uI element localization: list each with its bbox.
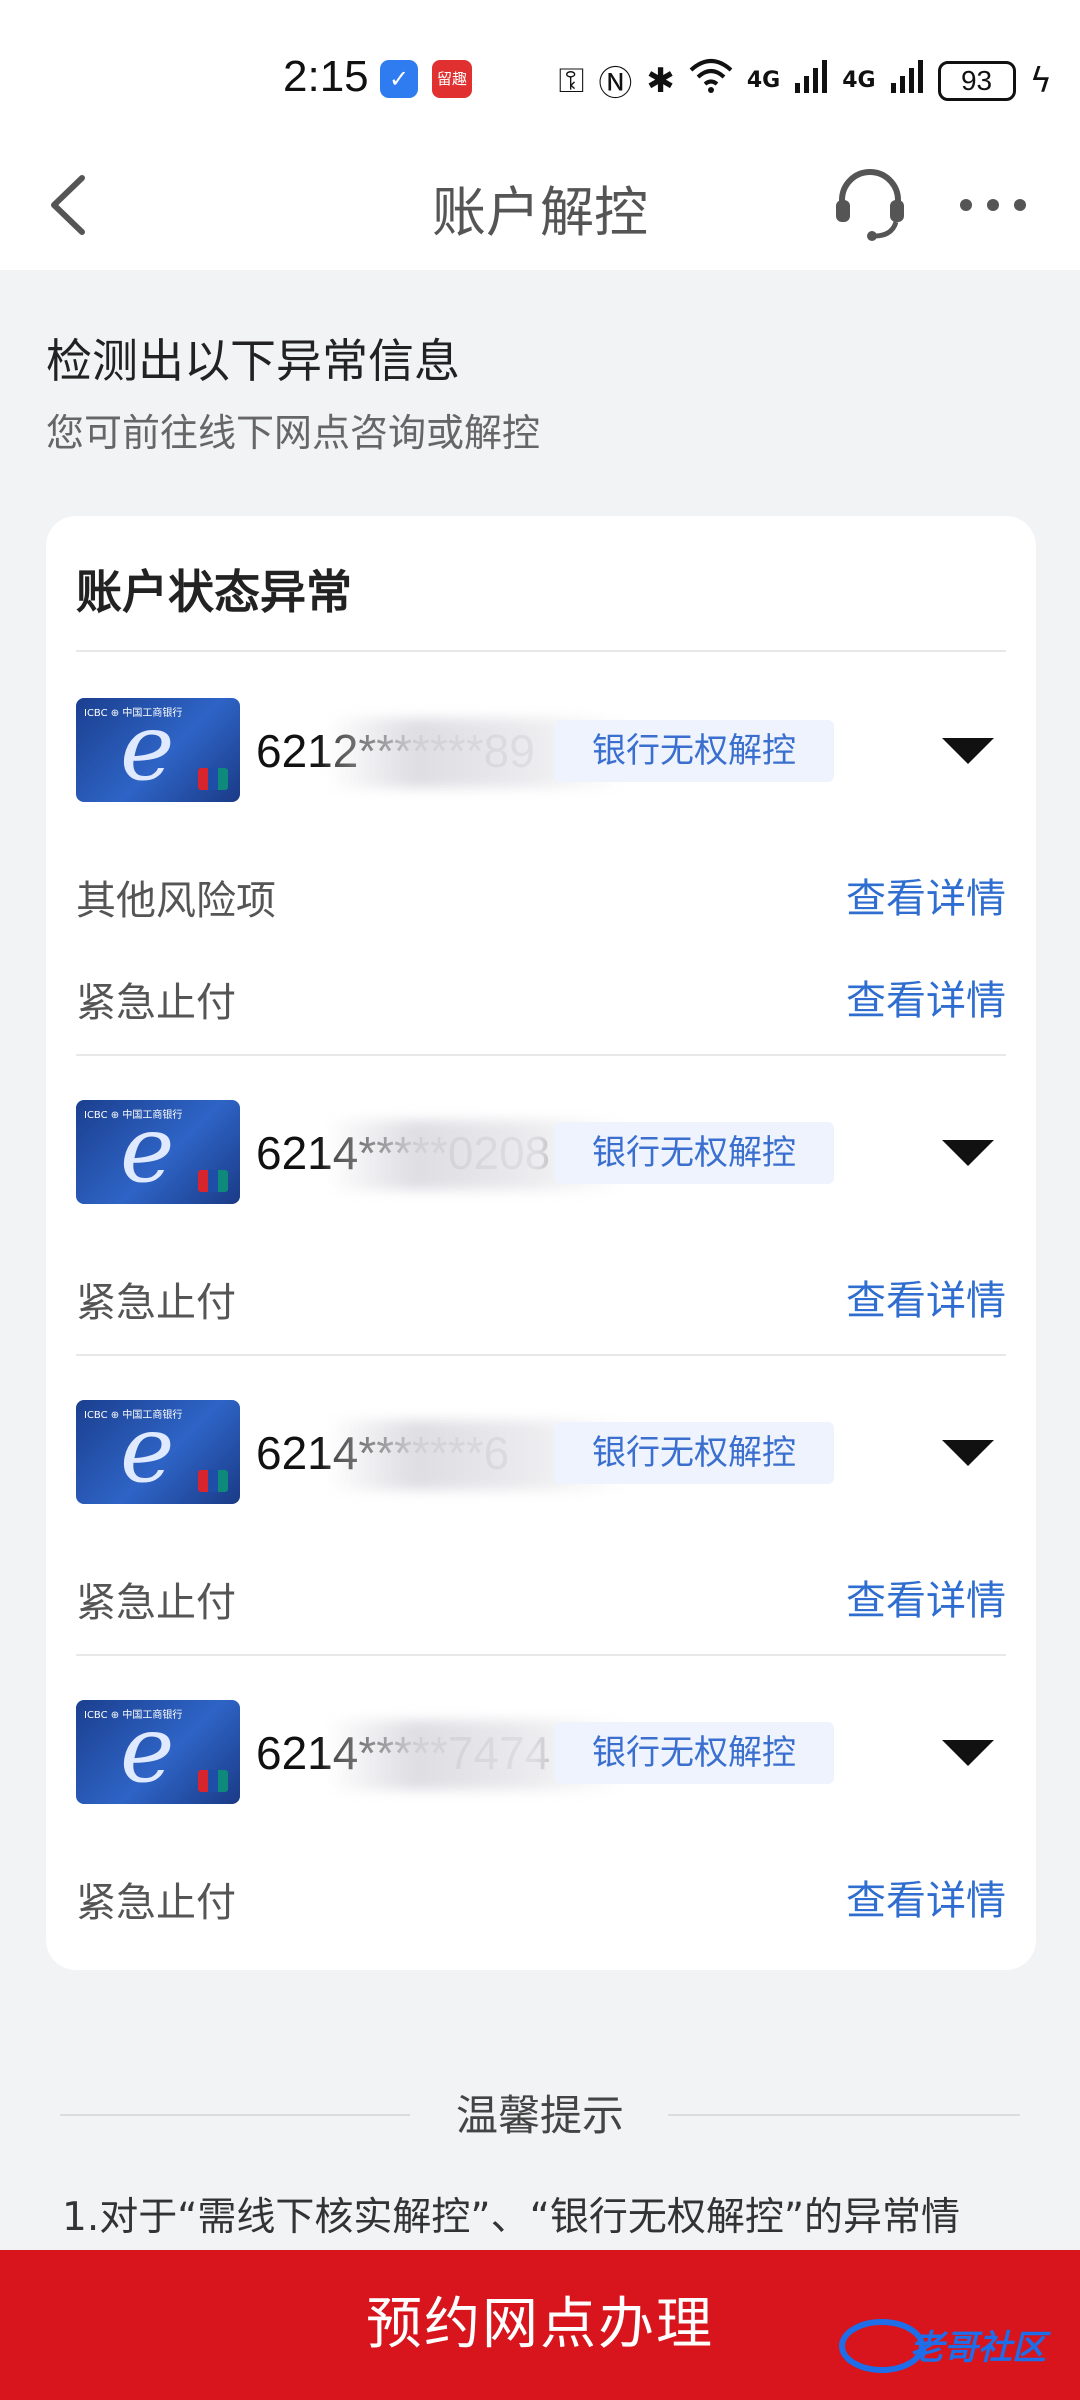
signal-icon (794, 59, 828, 102)
risk-item-label: 紧急止付 (76, 1880, 236, 1926)
risk-item-row: 其他风险项 查看详情 (76, 860, 1006, 924)
status-time: 2:15 (283, 52, 369, 101)
shield-app-icon: ✓ (380, 60, 418, 98)
status-badge: 银行无权解控 (554, 1122, 834, 1184)
divider (76, 1354, 1006, 1356)
status-badge: 银行无权解控 (554, 1722, 834, 1784)
view-details-link[interactable]: 查看详情 (846, 1868, 1006, 1926)
nfc-icon: Ⓝ (598, 64, 633, 104)
divider (76, 1654, 1006, 1656)
account-row[interactable]: ICBC ⊕ 中国工商银行 e 6212*******89 银行无权解控 (76, 698, 1006, 808)
status-bar: 2:15 ✓ 留趣 ⚿ Ⓝ ✱ 4G 4G 93 ϟ (0, 0, 1080, 140)
risk-item-row: 紧急止付 查看详情 (76, 1562, 1006, 1626)
bluetooth-icon: ✱ (646, 60, 675, 101)
bank-card-image: ICBC ⊕ 中国工商银行 e (76, 1400, 240, 1504)
divider (76, 1054, 1006, 1056)
section-heading: 检测出以下异常信息 (46, 334, 460, 388)
key-icon: ⚿ (558, 60, 585, 101)
more-icon[interactable] (960, 180, 1026, 230)
chevron-down-icon[interactable] (942, 1140, 994, 1166)
view-details-link[interactable]: 查看详情 (846, 1568, 1006, 1626)
customer-service-icon[interactable] (830, 164, 910, 244)
unionpay-icon (198, 1770, 228, 1792)
network-type-1: 4G (746, 67, 781, 93)
view-details-link[interactable]: 查看详情 (846, 968, 1006, 1026)
bank-card-image: ICBC ⊕ 中国工商银行 e (76, 698, 240, 802)
battery-icon: 93 (937, 60, 1016, 101)
account-row[interactable]: ICBC ⊕ 中国工商银行 e 6214*****7474 银行无权解控 (76, 1700, 1006, 1810)
page-title: 账户解控 (432, 181, 648, 244)
bank-card-image: ICBC ⊕ 中国工商银行 e (76, 1100, 240, 1204)
bank-card-image: ICBC ⊕ 中国工商银行 e (76, 1700, 240, 1804)
account-status-card: 账户状态异常 ICBC ⊕ 中国工商银行 e 6212*******89 银行无… (46, 516, 1036, 1970)
tips-title: 温馨提示 (455, 2091, 624, 2140)
risk-item-row: 紧急止付 查看详情 (76, 1262, 1006, 1326)
chevron-down-icon[interactable] (942, 1740, 994, 1766)
signal-icon (890, 59, 924, 102)
risk-item-row: 紧急止付 查看详情 (76, 1862, 1006, 1926)
view-details-link[interactable]: 查看详情 (846, 1268, 1006, 1326)
section-subheading: 您可前往线下网点咨询或解控 (46, 411, 541, 455)
tips-text: 1.对于“需线下核实解控”、“银行无权解控”的异常情 (62, 2195, 961, 2240)
risk-item-row: 紧急止付 查看详情 (76, 962, 1006, 1026)
app-notification-icon: 留趣 (432, 60, 472, 98)
watermark-text: 老哥社区 (910, 2328, 1046, 2368)
network-type-2: 4G (842, 67, 876, 93)
status-icons: ⚿ Ⓝ ✱ 4G 4G 93 ϟ (558, 56, 1052, 105)
chevron-down-icon[interactable] (942, 1440, 994, 1466)
unionpay-icon (198, 1470, 228, 1492)
divider (76, 650, 1006, 652)
chevron-down-icon[interactable] (942, 738, 994, 764)
risk-item-label: 紧急止付 (76, 980, 236, 1026)
unionpay-icon (198, 1170, 228, 1192)
risk-item-label: 紧急止付 (76, 1280, 236, 1326)
card-title: 账户状态异常 (76, 565, 352, 619)
unionpay-icon (198, 768, 228, 790)
view-details-link[interactable]: 查看详情 (846, 866, 1006, 924)
account-row[interactable]: ICBC ⊕ 中国工商银行 e 6214*****0208 银行无权解控 (76, 1100, 1006, 1210)
wifi-icon (689, 58, 733, 103)
charging-icon: ϟ (1029, 60, 1052, 101)
account-row[interactable]: ICBC ⊕ 中国工商银行 e 6214*******6 银行无权解控 (76, 1400, 1006, 1510)
status-badge: 银行无权解控 (554, 1422, 834, 1484)
risk-item-label: 紧急止付 (76, 1580, 236, 1626)
risk-item-label: 其他风险项 (76, 878, 276, 924)
nav-bar: 账户解控 (0, 140, 1080, 270)
status-badge: 银行无权解控 (554, 720, 834, 782)
